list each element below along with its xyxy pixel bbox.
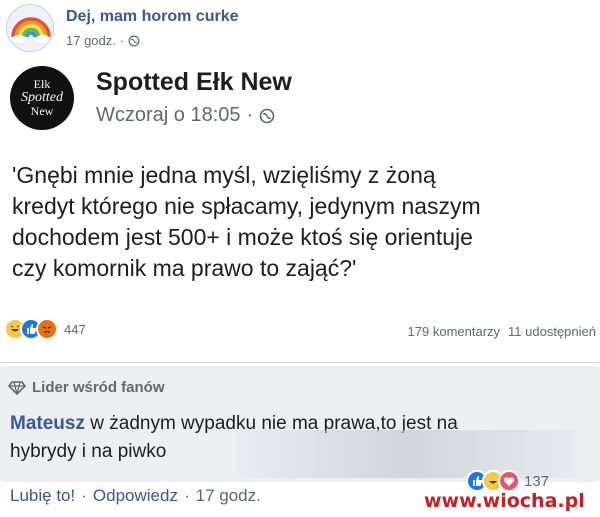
comments-count[interactable]: 179 komentarzy: [408, 324, 501, 339]
meta-separator: ·: [246, 104, 254, 126]
action-separator: ·: [183, 486, 190, 505]
angry-reaction-icon: [498, 470, 520, 492]
shares-count[interactable]: 11 udostępnień: [508, 324, 596, 339]
rainbow-icon: [7, 5, 53, 51]
post-text-line: 'Gnębi mnie jedna myśl, wzięliśmy z żoną: [12, 162, 436, 188]
logo-line-1: Ełk: [33, 77, 51, 92]
post-text-line: czy komornik ma prawo to zająć?': [12, 255, 357, 281]
logo-line-3: New: [30, 104, 54, 119]
comment-actions: Lubię to! · Odpowiedz · 17 godz.: [10, 486, 261, 506]
top-fan-badge: Lider wśród fanów: [8, 379, 165, 396]
outer-post-header: Dej, mam horom curke 17 godz. ·: [0, 0, 600, 58]
post-time[interactable]: 17 godz.: [66, 33, 116, 48]
diamond-icon: [8, 380, 26, 395]
globe-icon: [259, 108, 275, 123]
action-separator: ·: [81, 486, 87, 505]
site-watermark: www.wiocha.pl: [424, 490, 585, 512]
post-text: 'Gnębi mnie jedna myśl, wzięliśmy z żoną…: [12, 160, 597, 284]
shared-post-time[interactable]: Wczoraj o 18:05: [96, 104, 241, 127]
divider: [0, 362, 600, 363]
reply-button[interactable]: Odpowiedz: [93, 486, 178, 506]
comment-author[interactable]: Mateusz: [10, 413, 85, 434]
shared-page-name[interactable]: Spotted Ełk New: [96, 68, 292, 97]
page-name[interactable]: Dej, mam horom curke: [66, 8, 239, 26]
post-text-line: kredyt którego nie spłacamy, jedynym nas…: [12, 193, 481, 219]
angry-reaction-icon: [36, 318, 58, 340]
post-text-line: dochodem jest 500+ i może ktoś się orien…: [12, 224, 473, 250]
page-avatar[interactable]: [6, 4, 54, 52]
comment-reactions[interactable]: 137: [466, 470, 549, 492]
post-stats: 179 komentarzy 11 udostępnień: [408, 324, 596, 339]
logo-line-2: Spotted: [21, 89, 63, 105]
top-fan-label: Lider wśród fanów: [32, 379, 165, 396]
shared-post: Ełk Spotted New Spotted Ełk New Wczoraj …: [0, 58, 600, 358]
like-comment-button[interactable]: Lubię to!: [10, 486, 75, 506]
meta-separator: ·: [119, 33, 125, 48]
reactions-summary[interactable]: 447: [4, 318, 86, 340]
comment-time[interactable]: 17 godz.: [196, 486, 261, 506]
globe-icon: [128, 35, 140, 46]
reaction-count: 447: [64, 321, 86, 337]
comment-reaction-count: 137: [524, 472, 550, 490]
post-meta: 17 godz. ·: [66, 33, 140, 48]
shared-post-meta: Wczoraj o 18:05 ·: [96, 104, 275, 127]
spotted-logo[interactable]: Ełk Spotted New: [10, 66, 74, 130]
